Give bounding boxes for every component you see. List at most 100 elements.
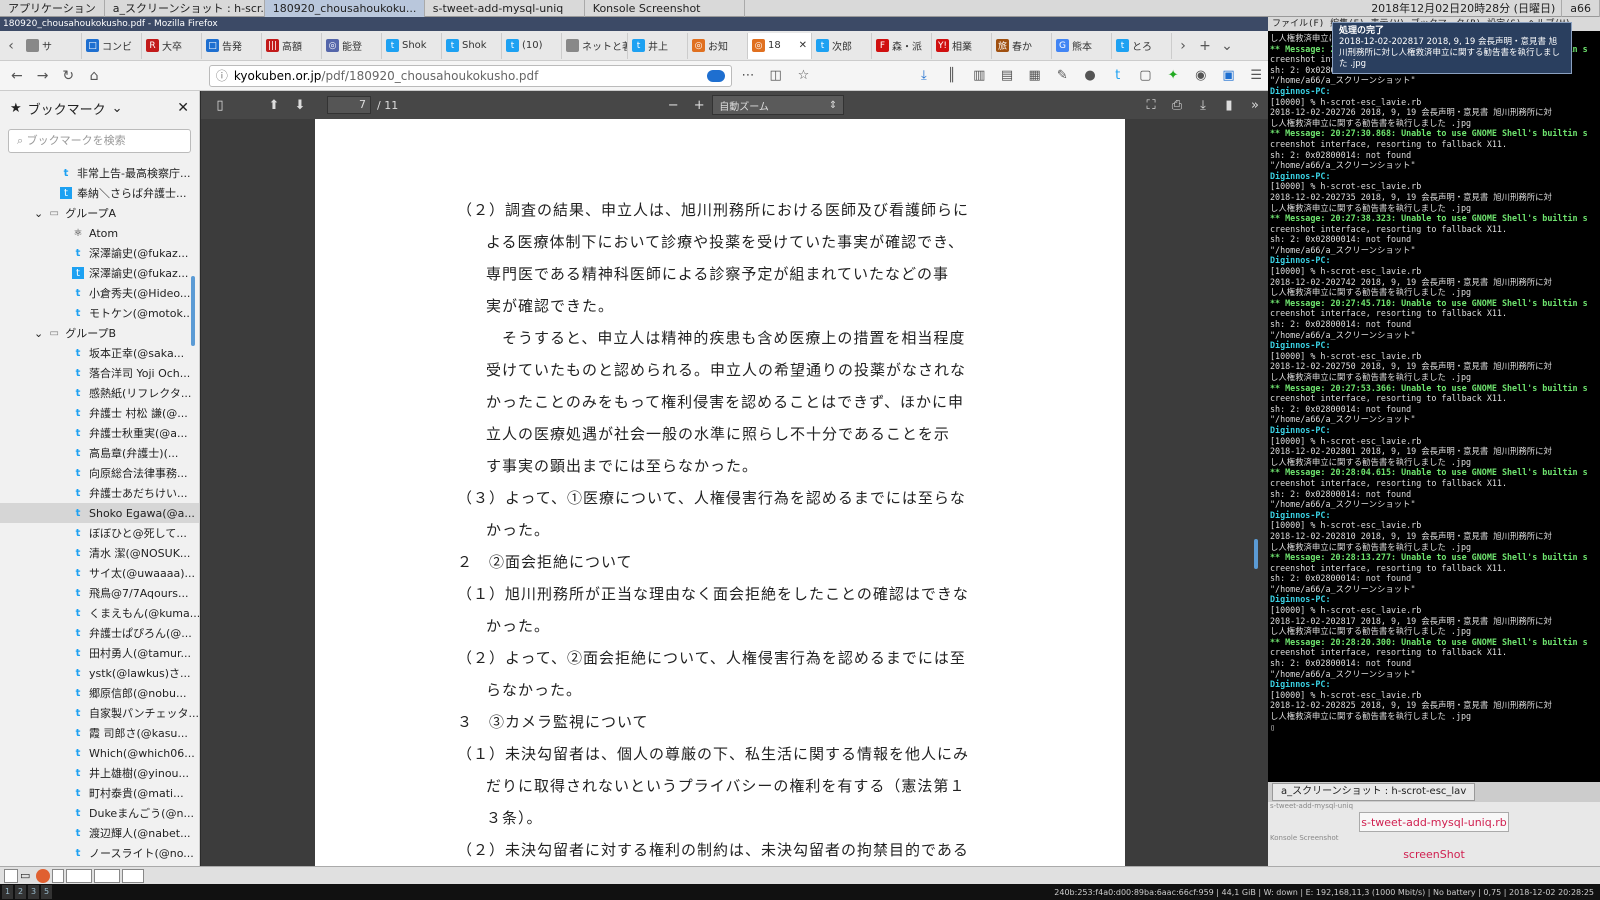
more-tools-icon[interactable]: » xyxy=(1242,94,1268,116)
notification-popup[interactable]: 処理の完了 2018-12-02-202817 2018, 9, 19 会長声明… xyxy=(1332,22,1572,74)
bookmark-item[interactable]: t くまえもん(@kuma... xyxy=(0,603,199,623)
extension-icon-3[interactable]: ✎ xyxy=(1051,65,1075,87)
browser-tab[interactable]: G 熊本 xyxy=(1052,32,1112,59)
browser-tab[interactable]: サ xyxy=(22,32,82,59)
bookmark-star-icon[interactable]: ☆ xyxy=(792,65,816,87)
bookmark-item[interactable]: t 井上雄樹(@yinou... xyxy=(0,763,199,783)
bookmark-item[interactable]: t Dukeまんごう(@n... xyxy=(0,803,199,823)
terminal-output[interactable]: し人権救済申立に関する勧告書を執行しました .jpg** Message: 20… xyxy=(1268,31,1600,776)
browser-tab[interactable]: t とろ xyxy=(1112,32,1172,59)
pdf-viewer[interactable]: （２）調査の結果、申立人は、旭川刑務所における医師及び看護師らに よる医療体制下に… xyxy=(201,119,1268,866)
toggle-icon[interactable] xyxy=(707,69,726,82)
terminal-window[interactable]: ファイル(F)編集(E)表示(V)ブックマーク(B)設定(S)ヘルプ(H) し人… xyxy=(1268,17,1600,866)
bookmark-item[interactable]: t 落合洋司 Yoji Och... xyxy=(0,363,199,383)
print-icon[interactable]: ⎙ xyxy=(1164,94,1190,116)
forward-icon[interactable]: → xyxy=(32,65,54,87)
tweet-script-button[interactable]: s-tweet-add-mysql-uniq.rb xyxy=(1359,812,1509,832)
terminal-tab[interactable]: a_スクリーンショット : h-scrot-esc_lav xyxy=(1272,783,1476,801)
expand-arrow-icon[interactable]: ⌄ xyxy=(34,327,43,340)
clipboard-icon[interactable]: ▢ xyxy=(1134,65,1158,87)
window-thumb-2[interactable] xyxy=(66,868,92,883)
bookmark-item[interactable]: t 弁護士秋重実(@a... xyxy=(0,423,199,443)
home-icon[interactable]: ⌂ xyxy=(83,65,105,87)
bookmark-item[interactable]: t 郷原信郎(@nobu... xyxy=(0,683,199,703)
bookmark-search-input[interactable]: ⌕ ブックマークを検索 xyxy=(8,129,191,153)
close-tab-icon[interactable]: ✕ xyxy=(799,40,807,51)
reload-icon[interactable]: ↻ xyxy=(57,65,79,87)
terminal-menu-item[interactable]: ファイル(F) xyxy=(1272,17,1324,31)
extension-icon-6[interactable]: ◉ xyxy=(1189,65,1213,87)
sidebar-toggle-icon[interactable]: ▥ xyxy=(967,65,991,87)
expand-arrow-icon[interactable]: ⌄ xyxy=(34,207,43,220)
bookmark-item[interactable]: t 飛鳥@7/7Aqours... xyxy=(0,583,199,603)
browser-tab[interactable]: ◎ 18 ✕ xyxy=(748,32,812,59)
window-thumb-4[interactable] xyxy=(122,868,144,883)
extension-icon-2[interactable]: ▦ xyxy=(1023,65,1047,87)
bookmark-item[interactable]: t 非常上告-最高検察庁... xyxy=(0,163,199,183)
bookmark-item[interactable]: t 深澤諭史(@fukaz... xyxy=(0,263,199,283)
bookmark-item[interactable]: t 町村泰貴(@mati... xyxy=(0,783,199,803)
sidebar-toggle-icon[interactable]: ▯ xyxy=(207,94,233,116)
previous-page-icon[interactable]: ⬆ xyxy=(261,94,287,116)
bookmark-item[interactable]: t 渡辺輝人(@nabet... xyxy=(0,823,199,843)
bookmark-item[interactable]: t ノースライト(@no... xyxy=(0,843,199,863)
zoom-out-icon[interactable]: − xyxy=(660,94,686,116)
bookmark-item[interactable]: t ystk(@lawkus)さ... xyxy=(0,663,199,683)
next-page-icon[interactable]: ⬇ xyxy=(287,94,313,116)
workspace-button[interactable]: 1 xyxy=(2,885,13,899)
back-icon[interactable]: ← xyxy=(6,65,28,87)
url-bar[interactable]: ⓘ kyokuben.or.jp/pdf/180920_chousahoukok… xyxy=(208,64,733,87)
new-tab-icon[interactable]: + xyxy=(1194,35,1216,57)
twitter-icon[interactable]: t xyxy=(1106,65,1130,87)
page-actions-icon[interactable]: ⋯ xyxy=(736,65,760,87)
pdf-scrollbar[interactable] xyxy=(1254,539,1258,569)
bookmark-item[interactable]: t Shoko Egawa(@a... xyxy=(0,503,199,523)
sidebar-header[interactable]: ★ ブックマーク ⌄ ✕ xyxy=(0,91,199,125)
task-firefox[interactable]: 180920_chousahoukoku... xyxy=(264,0,425,17)
task-tweet[interactable]: s-tweet-add-mysql-uniq xyxy=(425,0,585,17)
applications-menu[interactable]: アプリケーション xyxy=(0,0,105,17)
task-terminal[interactable]: a_スクリーンショット : h-scr... xyxy=(105,0,265,17)
tab-scroll-right-icon[interactable]: › xyxy=(1172,35,1194,57)
library-icon[interactable]: ║ xyxy=(940,65,964,87)
browser-tab[interactable]: ◎ 能登 xyxy=(322,32,382,59)
browser-tab[interactable]: R 大卒 xyxy=(142,32,202,59)
screenshot-button[interactable]: screenShot xyxy=(1359,844,1509,864)
bookmark-folder[interactable]: ⌄ ▭ グループA xyxy=(0,203,199,223)
sidebar-scrollbar[interactable] xyxy=(191,276,195,346)
info-icon[interactable]: ⓘ xyxy=(216,67,228,84)
bookmark-item[interactable]: t 坂本正幸(@saka... xyxy=(0,343,199,363)
tab-scroll-left-icon[interactable]: ‹ xyxy=(0,35,22,57)
bookmark-item[interactable]: t 田村勇人(@tamur... xyxy=(0,643,199,663)
bookmark-item[interactable]: t 感熱紙(リフレクタ... xyxy=(0,383,199,403)
zoom-in-icon[interactable]: + xyxy=(686,94,712,116)
bookmark-item[interactable]: t 自家製パンチェッタ... xyxy=(0,703,199,723)
bookmark-item[interactable]: t 向原総合法律事務... xyxy=(0,463,199,483)
downloads-icon[interactable]: ⤓ xyxy=(912,65,936,87)
bookmark-item[interactable]: t 清水 潔(@NOSUK... xyxy=(0,543,199,563)
window-thumb-3[interactable] xyxy=(94,868,120,883)
bookmark-item[interactable]: t 奉納＼さらば弁護士... xyxy=(0,183,199,203)
bookmark-item[interactable]: t モトケン(@motok... xyxy=(0,303,199,323)
tab-list-icon[interactable]: ⌄ xyxy=(1216,35,1238,57)
terminal-icon[interactable]: ▭ xyxy=(20,869,34,883)
zoom-select[interactable]: 自動ズーム ⇕ xyxy=(712,95,845,115)
bookmark-item[interactable]: t ぼぼひと@死して... xyxy=(0,523,199,543)
menu-icon[interactable]: ☰ xyxy=(1244,65,1268,87)
bookmark-item[interactable]: t 弁護士ぱぴろん(@... xyxy=(0,623,199,643)
bookmark-item[interactable]: t 霞 司郎さ(@kasu... xyxy=(0,723,199,743)
workspace-button[interactable]: 5 xyxy=(41,885,52,899)
browser-tab[interactable]: □ コンビ xyxy=(82,32,142,59)
browser-tab[interactable]: ||| 高額 xyxy=(262,32,322,59)
window-thumb-1[interactable] xyxy=(52,868,64,883)
workspace-button[interactable]: 3 xyxy=(28,885,39,899)
bookmark-icon[interactable]: ▮ xyxy=(1216,94,1242,116)
extension-icon-1[interactable]: ▤ xyxy=(995,65,1019,87)
browser-tab[interactable]: t (10) xyxy=(502,32,562,59)
extension-icon-7[interactable]: ▣ xyxy=(1217,65,1241,87)
browser-tab[interactable]: t Shok xyxy=(442,32,502,59)
desktop-icon[interactable] xyxy=(4,868,18,883)
extension-icon-4[interactable]: ● xyxy=(1078,65,1102,87)
extension-icon-5[interactable]: ✦ xyxy=(1161,65,1185,87)
browser-tab[interactable]: ネットと著 xyxy=(562,32,628,59)
